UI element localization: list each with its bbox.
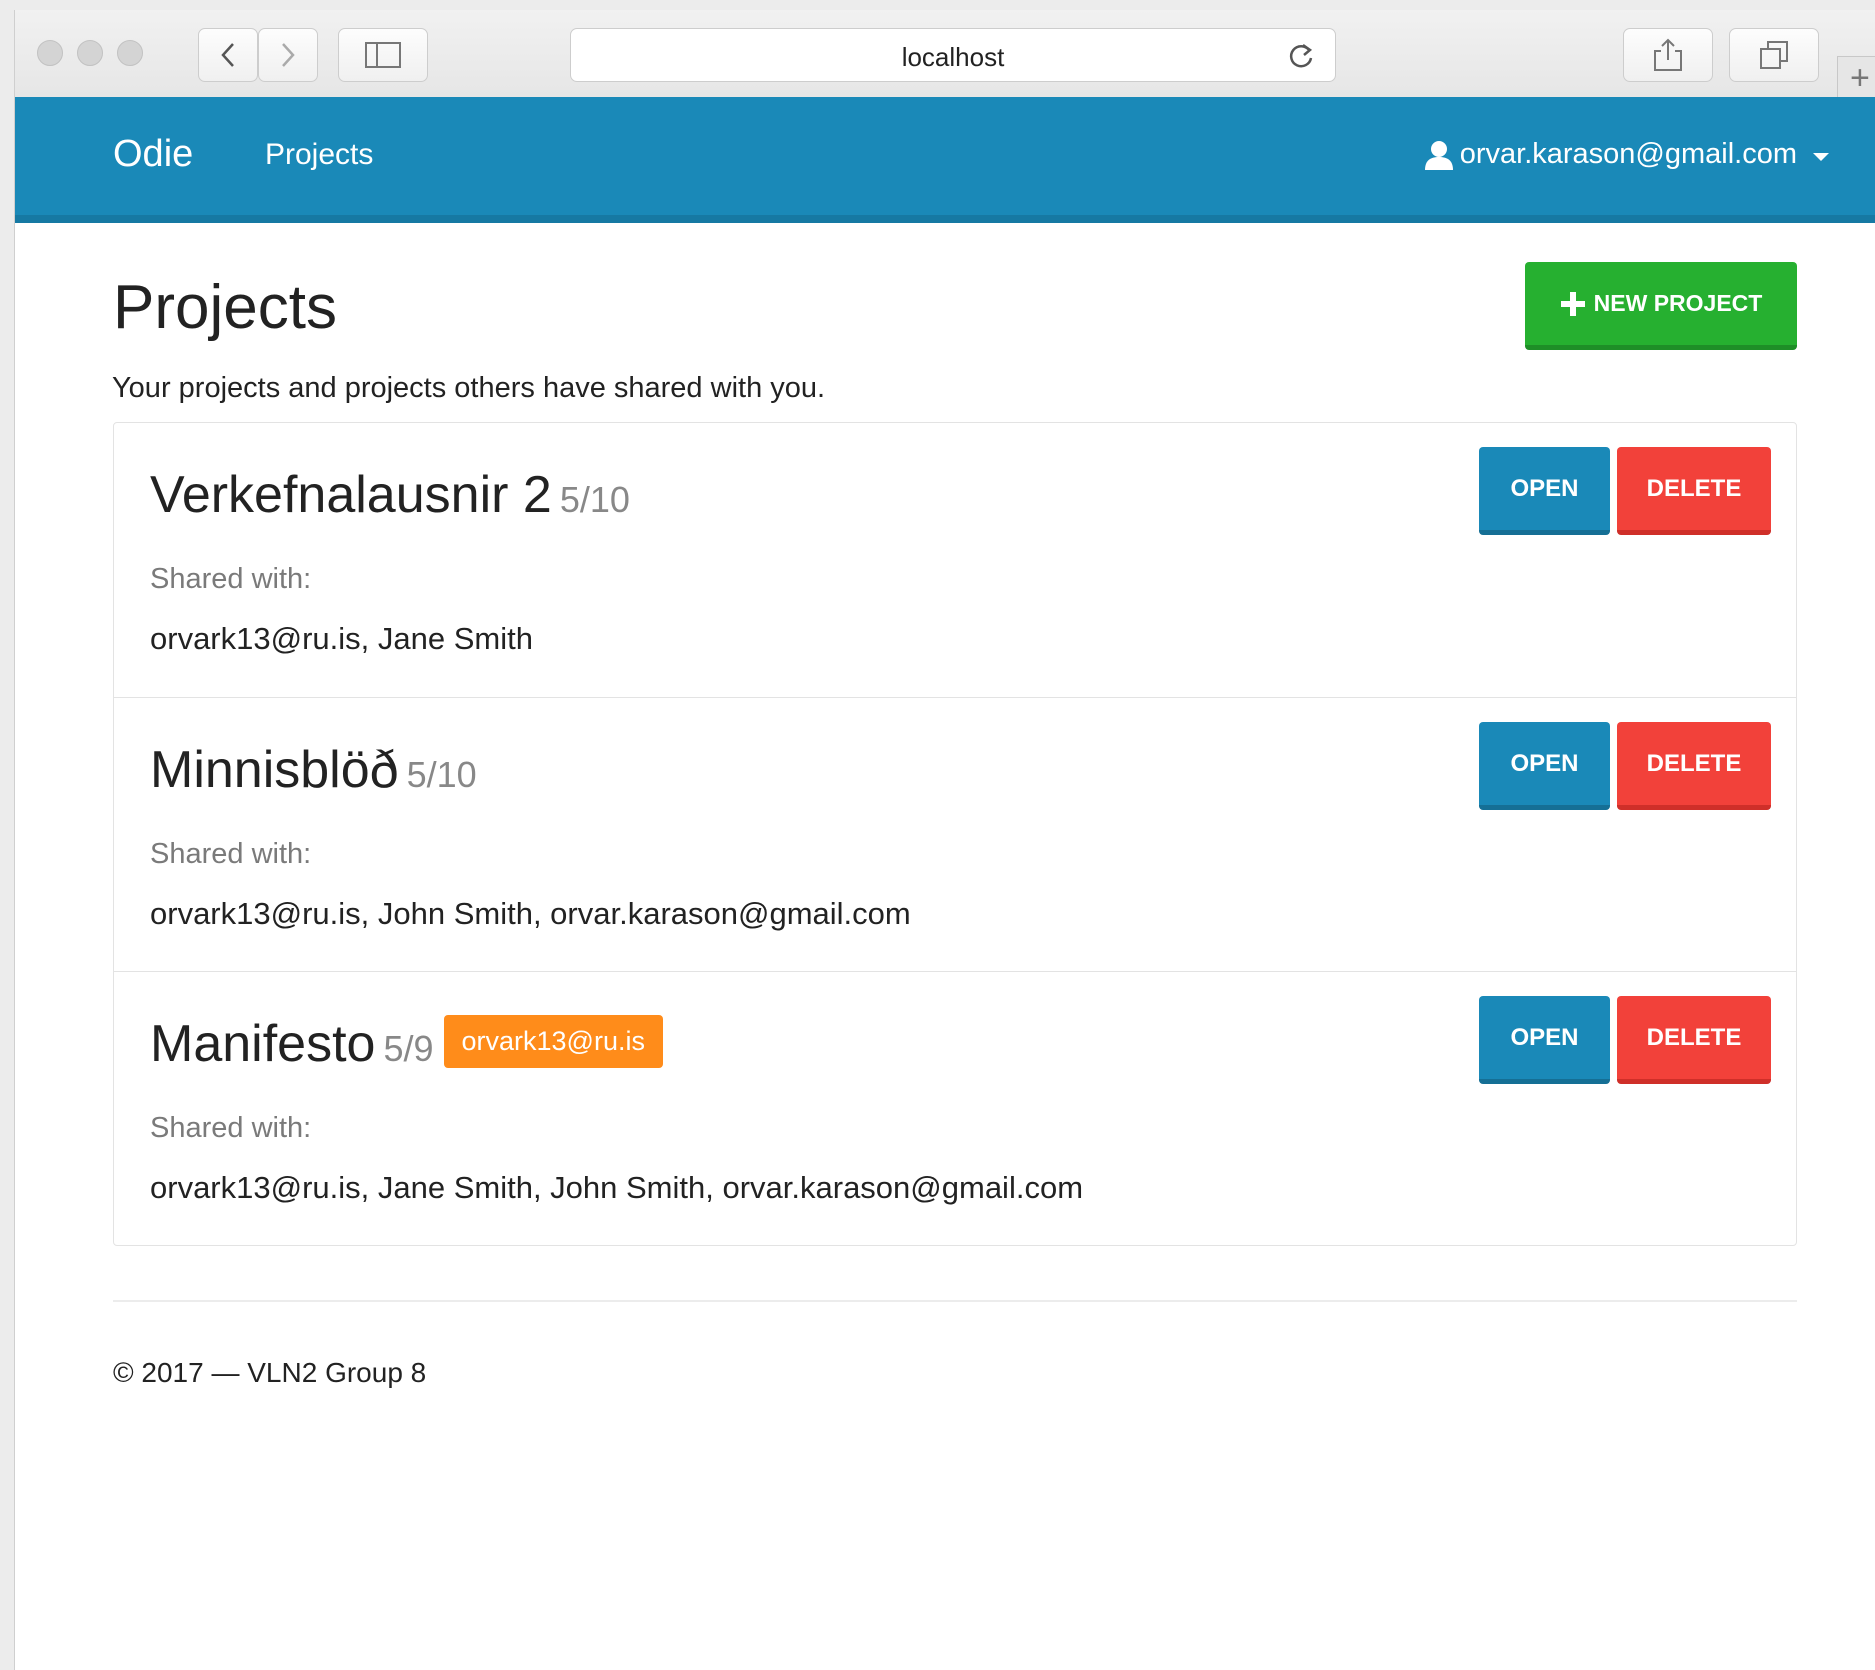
forward-button[interactable] <box>258 28 318 82</box>
project-count: 5/9 <box>383 1028 434 1069</box>
project-item: Minnisblöð 5/10 Shared with: orvark13@ru.… <box>114 697 1796 971</box>
user-icon <box>1424 140 1453 170</box>
address-bar[interactable]: localhost <box>570 28 1336 82</box>
new-project-label: NEW PROJECT <box>1593 290 1763 316</box>
back-button[interactable] <box>198 28 258 82</box>
browser-toolbar: localhost + <box>15 10 1875 101</box>
shared-with-list: orvark13@ru.is, Jane Smith <box>150 621 533 656</box>
owner-badge: orvark13@ru.is <box>443 1014 663 1068</box>
shared-with-list: orvark13@ru.is, Jane Smith, John Smith, … <box>150 1170 1084 1205</box>
sidebar-toggle-button[interactable] <box>338 28 428 82</box>
project-item: Verkefnalausnir 2 5/10 Shared with: orvar… <box>114 423 1796 697</box>
open-button[interactable]: OPEN <box>1479 996 1610 1084</box>
chevron-left-icon <box>221 43 234 67</box>
shared-with-list: orvark13@ru.is, John Smith, orvar.karaso… <box>150 896 911 931</box>
shared-with-label: Shared with: <box>150 563 312 595</box>
close-window-button[interactable] <box>37 40 63 66</box>
project-name[interactable]: Verkefnalausnir 2 <box>150 466 552 524</box>
open-button[interactable]: OPEN <box>1479 447 1610 535</box>
share-icon <box>1654 38 1682 71</box>
url-text: localhost <box>901 42 1005 72</box>
app-navbar: Odie Projects orvar.karason@gmail.com <box>15 97 1875 223</box>
delete-button[interactable]: DELETE <box>1617 447 1771 535</box>
page-title: Projects <box>113 273 337 342</box>
footer-text: © 2017 — VLN2 Group 8 <box>113 1357 427 1388</box>
browser-window: localhost + Odie Projects orvar.karason@… <box>14 10 1875 1670</box>
minimize-window-button[interactable] <box>77 40 103 66</box>
open-button[interactable]: OPEN <box>1479 722 1610 810</box>
nav-link-projects[interactable]: Projects <box>265 138 373 172</box>
tabs-icon <box>1760 41 1788 69</box>
shared-with-label: Shared with: <box>150 1112 312 1144</box>
sidebar-icon <box>365 42 401 68</box>
plus-icon: + <box>1850 59 1870 97</box>
new-tab-button[interactable]: + <box>1837 56 1875 101</box>
share-button[interactable] <box>1623 28 1713 82</box>
chevron-right-icon <box>282 43 295 67</box>
user-menu[interactable]: orvar.karason@gmail.com <box>1424 138 1829 171</box>
project-name[interactable]: Minnisblöð <box>150 741 399 799</box>
project-count: 5/10 <box>559 479 630 520</box>
page-subtitle: Your projects and projects others have s… <box>112 372 826 404</box>
project-title: Manifesto 5/9 orvark13@ru.is <box>150 1014 663 1074</box>
zoom-window-button[interactable] <box>117 40 143 66</box>
project-count: 5/10 <box>406 754 477 795</box>
project-name[interactable]: Manifesto <box>150 1015 375 1073</box>
project-item: Manifesto 5/9 orvark13@ru.is Shared with: … <box>114 971 1796 1245</box>
delete-button[interactable]: DELETE <box>1617 722 1771 810</box>
caret-down-icon <box>1813 152 1829 161</box>
tabs-overview-button[interactable] <box>1729 28 1819 82</box>
project-title: Minnisblöð 5/10 <box>150 740 477 800</box>
shared-with-label: Shared with: <box>150 838 312 870</box>
user-email: orvar.karason@gmail.com <box>1459 138 1797 170</box>
project-title: Verkefnalausnir 2 5/10 <box>150 465 630 525</box>
project-list: Verkefnalausnir 2 5/10 Shared with: orvar… <box>113 422 1797 1246</box>
reload-icon[interactable] <box>1287 42 1315 70</box>
plus-icon <box>1560 291 1585 316</box>
delete-button[interactable]: DELETE <box>1617 996 1771 1084</box>
footer-divider <box>113 1300 1797 1302</box>
brand-link[interactable]: Odie <box>113 133 193 176</box>
new-project-button[interactable]: NEW PROJECT <box>1525 262 1797 350</box>
